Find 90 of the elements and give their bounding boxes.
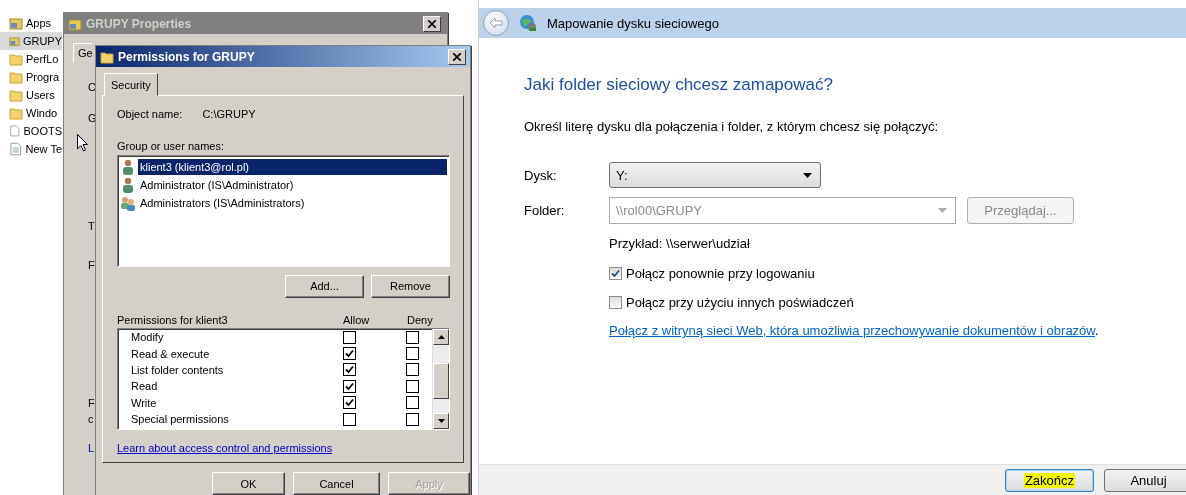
page-heading: Jaki folder sieciowy chcesz zamapować?	[524, 75, 834, 95]
checkbox[interactable]	[406, 396, 419, 410]
permission-name: Write	[130, 396, 158, 409]
column-header: Deny	[407, 313, 433, 326]
label-fragment: C	[88, 81, 96, 93]
link-sentence: Połącz z witryną sieci Web, która umożliwia przechowywanie dokumentów i obrazów.	[609, 323, 1100, 338]
example-text: Przykład: \\serwer\udział	[609, 236, 751, 251]
user-list-item[interactable]: Administrator (IS\Administrator)	[138, 177, 296, 193]
tab[interactable]: Security	[104, 73, 158, 96]
dropdown-arrow-icon	[803, 172, 812, 178]
window-title: Permissions for GRUPY	[118, 49, 256, 64]
folder-icon	[9, 106, 23, 120]
users-icon	[120, 195, 136, 211]
checkbox[interactable]	[609, 295, 622, 309]
checkmark-icon	[611, 268, 620, 278]
dialog-button[interactable]: Add...	[285, 274, 364, 298]
checkbox[interactable]	[343, 347, 356, 361]
permission-name: Modify	[130, 331, 165, 344]
label-fragment: F	[88, 259, 95, 271]
checkbox[interactable]	[343, 379, 356, 393]
label-fragment: L	[88, 442, 95, 454]
label-fragment: c	[88, 413, 94, 425]
field-label: Folder:	[524, 203, 566, 218]
folder-icon	[9, 88, 23, 102]
label-fragment: T	[88, 220, 95, 232]
permission-name: Read	[130, 380, 159, 393]
file-list-item[interactable]: Apps	[0, 14, 62, 32]
label-fragment: F	[88, 397, 95, 409]
folder-icon	[9, 70, 23, 84]
window-title: GRUPY Properties	[86, 16, 193, 31]
dropdown-arrow-icon	[938, 208, 947, 213]
window-title: Mapowanie dysku sieciowego	[547, 15, 719, 31]
permission-name: Read & execute	[130, 347, 211, 360]
file-list-item[interactable]: BOOTS	[0, 122, 62, 140]
dialog-button[interactable]: Cancel	[293, 472, 380, 495]
scrollbar[interactable]	[432, 328, 449, 429]
dialog-button[interactable]: Remove	[371, 274, 450, 298]
checkbox[interactable]	[406, 379, 419, 393]
checkbox[interactable]	[406, 347, 419, 361]
checkbox[interactable]	[343, 363, 356, 377]
checkbox[interactable]	[343, 412, 356, 426]
checkbox[interactable]	[406, 330, 419, 344]
user-icon	[120, 177, 136, 193]
section-label: Group or user names:	[117, 140, 225, 152]
dialog-button[interactable]: Zakończ	[1005, 469, 1094, 492]
field-label: Dysk:	[524, 167, 558, 183]
instruction-text: Określ literę dysku dla połączenia i folder, z którym chcesz się połączyć:	[524, 119, 939, 134]
column-header: Allow	[343, 313, 371, 326]
folder-icon	[100, 49, 114, 64]
file-list-item[interactable]: PerfLo	[0, 50, 62, 68]
up-arrow-icon	[437, 334, 445, 339]
back-arrow-icon	[489, 17, 503, 29]
object-name: C:\GRUPY	[202, 108, 256, 120]
user-list-item[interactable]: klient3 (klient3@rol.pl)	[138, 159, 447, 175]
shared-folder-icon	[9, 16, 23, 30]
shared-folder-icon	[68, 16, 82, 31]
file-list-item[interactable]: Progra	[0, 68, 62, 86]
user-icon	[120, 159, 136, 175]
checkbox-label: Połącz przy użyciu innych poświadczeń	[626, 294, 854, 310]
user-list-item[interactable]: Administrators (IS\Administrators)	[138, 195, 307, 211]
checkbox-label: Połącz ponownie przy logowaniu	[626, 265, 815, 281]
text-file-icon	[9, 142, 23, 156]
checkbox[interactable]	[406, 412, 419, 426]
file-icon	[9, 124, 21, 138]
permission-name: Special permissions	[130, 413, 230, 426]
close-icon	[453, 52, 461, 61]
checkbox[interactable]	[343, 330, 356, 344]
checkbox[interactable]	[406, 363, 419, 377]
section-label: Permissions for klient3	[117, 313, 229, 326]
help-link[interactable]: Learn about access control and permissions	[117, 442, 333, 454]
checkbox[interactable]	[343, 396, 356, 410]
file-list-item[interactable]: New Te	[0, 140, 62, 158]
file-list-item[interactable]: GRUPY	[0, 32, 62, 50]
folder-icon	[9, 52, 23, 66]
network-drive-icon	[519, 14, 537, 32]
close-button[interactable]	[448, 48, 466, 65]
close-icon	[428, 19, 436, 28]
dialog-button[interactable]: Anuluj	[1104, 469, 1186, 492]
drive-dropdown[interactable]: Y:	[609, 162, 821, 188]
file-list-item[interactable]: Users	[0, 86, 62, 104]
mouse-cursor-icon	[77, 134, 88, 152]
close-button[interactable]	[423, 15, 441, 32]
dialog-button[interactable]: OK	[212, 472, 285, 495]
tab[interactable]: Ge	[73, 43, 93, 63]
down-arrow-icon	[437, 419, 445, 423]
file-list-item[interactable]: Windo	[0, 104, 62, 122]
shared-folder-icon	[9, 34, 20, 48]
checkbox[interactable]	[609, 266, 622, 280]
permission-name: List folder contents	[130, 363, 225, 376]
field-label: Object name:	[117, 108, 183, 120]
